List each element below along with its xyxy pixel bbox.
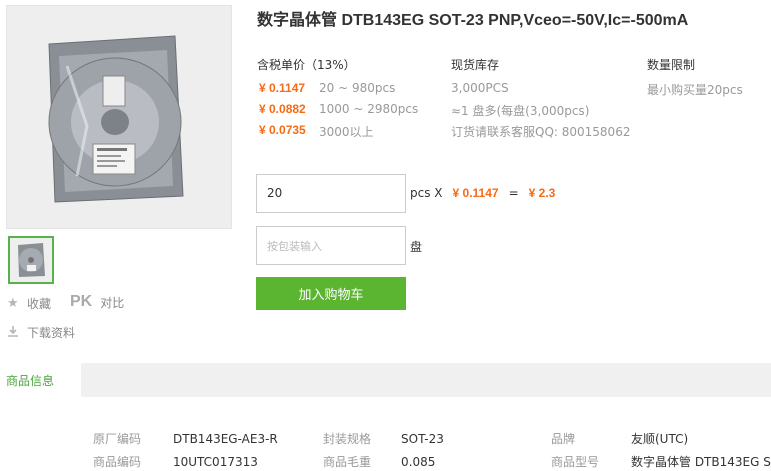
equals-sign: = (508, 186, 519, 200)
calc-unit-price: ¥ 0.1147 (452, 186, 499, 200)
spec-item: 商品毛重 0.085 (323, 453, 435, 470)
stock-count: 3,000PCS (451, 81, 509, 95)
spec-value: 友顺(UTC) (631, 432, 689, 446)
tier-price: ¥ 0.0735 (259, 123, 306, 137)
star-icon: ★ (7, 296, 19, 311)
compare-button[interactable]: PK 对比 (70, 293, 124, 311)
tier-quantity: 20 ~ 980pcs (319, 81, 396, 95)
price-tier: ¥ 0.0882 1000 ~ 2980pcs (259, 102, 418, 116)
tier-price: ¥ 0.1147 (259, 81, 306, 95)
spec-value: DTB143EG-AE3-R (173, 432, 278, 446)
spec-value: SOT-23 (401, 432, 444, 446)
spec-label: 商品毛重 (323, 455, 372, 469)
stock-header: 现货库存 (451, 58, 500, 72)
price-tier: ¥ 0.0735 3000以上 (259, 123, 374, 140)
tier-quantity: 3000以上 (319, 125, 374, 139)
spec-label: 封装规格 (323, 432, 372, 446)
spec-item: 商品型号 数字晶体管 DTB143EG S... (551, 453, 771, 470)
product-thumbnail[interactable] (8, 236, 54, 284)
spec-value: 数字晶体管 DTB143EG S... (631, 455, 771, 469)
spec-label: 品牌 (551, 432, 576, 446)
product-main-image[interactable] (6, 5, 232, 229)
compare-label: 对比 (100, 295, 125, 310)
product-title: 数字晶体管 DTB143EG SOT-23 PNP,Vceo=-50V,Ic=-… (257, 12, 689, 29)
download-label: 下载资料 (27, 326, 76, 340)
spec-item: 商品编码 10UTC017313 (93, 453, 258, 470)
qty-unit: pcs X (410, 186, 443, 200)
stock-contact: 订货请联系客服QQ: 800158062 (451, 125, 631, 139)
spec-value: 0.085 (401, 455, 436, 469)
tier-price: ¥ 0.0882 (259, 102, 306, 116)
price-calculation: pcs X ¥ 0.1147 = ¥ 2.3 (410, 186, 555, 200)
spec-value: 10UTC017313 (173, 455, 258, 469)
min-order-text: 最小购买量20pcs (647, 83, 743, 97)
spec-label: 商品型号 (551, 455, 600, 469)
price-tier: ¥ 0.1147 20 ~ 980pcs (259, 81, 395, 95)
stock-reel-info: ≈1 盘多(每盘(3,000pcs) (451, 104, 590, 118)
spec-label: 原厂编码 (93, 432, 142, 446)
tab-bar: 商品信息 (0, 363, 771, 397)
reel-unit: 盘 (410, 240, 423, 254)
quantity-input[interactable]: 20 (256, 174, 406, 213)
spec-label: 商品编码 (93, 455, 142, 469)
spec-item: 封装规格 SOT-23 (323, 430, 444, 447)
favorite-label: 收藏 (27, 297, 52, 311)
total-price: ¥ 2.3 (528, 186, 556, 200)
download-icon (7, 325, 21, 341)
reel-quantity-input[interactable]: 按包装输入 (256, 226, 406, 265)
spec-item: 品牌 友顺(UTC) (551, 430, 688, 447)
tab-product-info[interactable]: 商品信息 (0, 363, 81, 397)
price-header: 含税单价（13%） (257, 58, 356, 72)
add-to-cart-button[interactable]: 加入购物车 (256, 277, 406, 310)
favorite-button[interactable]: ★ 收藏 (7, 295, 51, 312)
limit-header: 数量限制 (647, 58, 696, 72)
tier-quantity: 1000 ~ 2980pcs (319, 102, 419, 116)
download-datasheet-button[interactable]: 下载资料 (7, 324, 75, 341)
spec-item: 原厂编码 DTB143EG-AE3-R (93, 430, 278, 447)
pk-icon: PK (70, 293, 93, 310)
